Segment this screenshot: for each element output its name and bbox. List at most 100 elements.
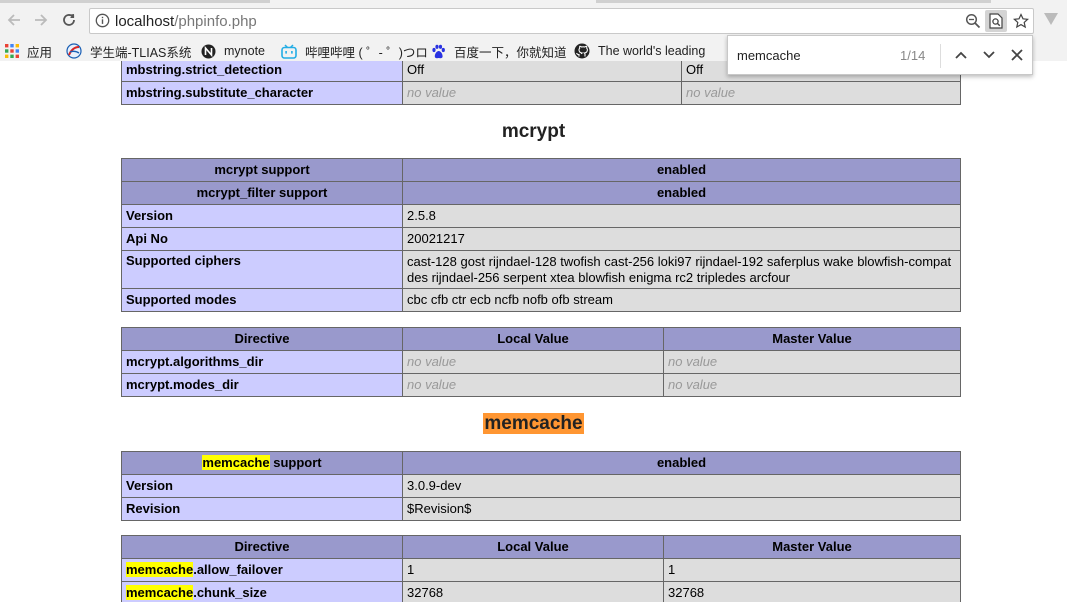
directive-suffix: .allow_failover [193, 562, 283, 578]
row-value: enabled [402, 181, 961, 205]
master-value: no value [663, 373, 961, 397]
row-label: Supported ciphers [121, 250, 403, 289]
url-host: localhost [115, 13, 175, 30]
bookmark-label: 学生端-TLIAS系统 [90, 45, 192, 60]
directive-name: mbstring.substitute_character [121, 81, 403, 105]
table-row: memcache.allow_failover 1 1 [121, 558, 961, 582]
bookmark-label: 百度一下，你就知道 [454, 45, 567, 60]
local-value: Off [402, 61, 682, 82]
master-value: no value [663, 350, 961, 374]
memcache-directives-table: Directive Local Value Master Value memca… [121, 535, 961, 602]
bookmark-github[interactable]: The world's leading [574, 42, 705, 60]
close-find-button[interactable] [1008, 46, 1026, 64]
table-row: mcrypt.modes_dir no value no value [121, 373, 961, 397]
row-label: memcache support [121, 451, 403, 475]
close-icon [1011, 49, 1023, 61]
column-header: Master Value [663, 535, 961, 559]
section-title-memcache: memcache [0, 413, 1067, 435]
reload-icon [63, 14, 75, 26]
table-row: mcrypt_filter support enabled [121, 181, 961, 205]
bookmark-label: 应用 [27, 45, 53, 60]
section-title-text: mcrypt [501, 121, 566, 142]
local-value: 1 [402, 558, 664, 582]
url-text[interactable]: localhost/phpinfo.php [115, 13, 257, 30]
tab-edge [0, 0, 270, 3]
row-label: Revision [121, 497, 403, 521]
row-value: cbc cfb ctr ecb ncfb nofb ofb stream [402, 288, 961, 312]
bilibili-logo-icon [281, 43, 297, 59]
bookmark-tlias[interactable]: 学生端-TLIAS系统 [66, 42, 191, 60]
chevron-up-icon [955, 51, 967, 59]
baidu-paw-icon [431, 44, 446, 59]
directive-name: memcache.chunk_size [121, 581, 403, 602]
row-value: cast-128 gost rijndael-128 twofish cast-… [402, 250, 961, 289]
column-header: Local Value [402, 535, 664, 559]
find-bar: memcache 1/14 [727, 35, 1033, 75]
bookmark-star-icon[interactable] [1013, 13, 1029, 34]
directive-name: memcache.allow_failover [121, 558, 403, 582]
find-in-page-icon[interactable] [985, 10, 1007, 32]
table-row: Supported ciphers cast-128 gost rijndael… [121, 250, 961, 289]
chevron-down-icon [983, 51, 995, 59]
arrow-left-icon [7, 14, 20, 26]
table-header-row: Directive Local Value Master Value [121, 535, 961, 559]
tlias-logo-icon [66, 43, 82, 59]
row-label: mcrypt_filter support [121, 181, 403, 205]
forward-button[interactable] [31, 10, 51, 30]
row-value: enabled [402, 158, 961, 182]
master-value: 1 [663, 558, 961, 582]
local-value: no value [402, 350, 664, 374]
menu-chevron-icon[interactable] [1043, 12, 1059, 31]
apps-grid-icon [5, 44, 19, 58]
memcache-info-table: memcache support enabled Version 3.0.9-d… [121, 451, 961, 521]
bookmark-label: mynote [224, 44, 265, 58]
table-row: mbstring.substitute_character no value n… [121, 81, 961, 105]
table-row: memcache.chunk_size 32768 32768 [121, 581, 961, 602]
table-row: mcrypt support enabled [121, 158, 961, 182]
local-value: no value [402, 81, 682, 105]
local-value: 32768 [402, 581, 664, 602]
find-input[interactable]: memcache [737, 48, 801, 63]
section-title-mcrypt: mcrypt [0, 121, 1067, 143]
local-value: no value [402, 373, 664, 397]
next-match-button[interactable] [980, 46, 998, 64]
table-row: memcache support enabled [121, 451, 961, 475]
row-value: 20021217 [402, 227, 961, 251]
current-match-highlight: memcache [483, 413, 584, 434]
info-icon[interactable] [95, 13, 110, 33]
row-label: Api No [121, 227, 403, 251]
address-bar[interactable]: localhost/phpinfo.php [89, 8, 1034, 34]
divider [940, 44, 941, 68]
match-highlight: memcache [202, 455, 270, 471]
reload-button[interactable] [59, 10, 79, 30]
directive-name: mcrypt.modes_dir [121, 373, 403, 397]
match-count: 1/14 [900, 48, 926, 63]
bookmark-mynote[interactable]: mynote [201, 42, 265, 60]
table-row: Revision $Revision$ [121, 497, 961, 521]
directive-suffix: .chunk_size [193, 585, 267, 601]
page-content: mbstring.strict_detection Off Off mbstri… [0, 61, 1067, 602]
bookmark-apps[interactable]: 应用 [5, 42, 52, 60]
back-button[interactable] [4, 10, 24, 30]
row-value: enabled [402, 451, 961, 475]
browser-toolbar: localhost/phpinfo.php [0, 0, 1067, 40]
table-row: Api No 20021217 [121, 227, 961, 251]
row-value: $Revision$ [402, 497, 961, 521]
row-label: Version [121, 204, 403, 228]
row-label: Supported modes [121, 288, 403, 312]
column-header: Master Value [663, 327, 961, 351]
master-value: 32768 [663, 581, 961, 602]
column-header: Directive [121, 327, 403, 351]
row-label: Version [121, 474, 403, 498]
previous-match-button[interactable] [952, 46, 970, 64]
bookmark-label: 哔哩哔哩 ( ゜- ゜)つロ [305, 45, 428, 60]
table-row: Version 3.0.9-dev [121, 474, 961, 498]
table-row: Version 2.5.8 [121, 204, 961, 228]
row-label: mcrypt support [121, 158, 403, 182]
directive-name: mcrypt.algorithms_dir [121, 350, 403, 374]
table-row: mcrypt.algorithms_dir no value no value [121, 350, 961, 374]
bookmark-bilibili[interactable]: 哔哩哔哩 ( ゜- ゜)つロ [281, 42, 428, 60]
zoom-icon[interactable] [965, 13, 981, 34]
mcrypt-directives-table: Directive Local Value Master Value mcryp… [121, 327, 961, 397]
bookmark-baidu[interactable]: 百度一下，你就知道 [431, 42, 567, 60]
